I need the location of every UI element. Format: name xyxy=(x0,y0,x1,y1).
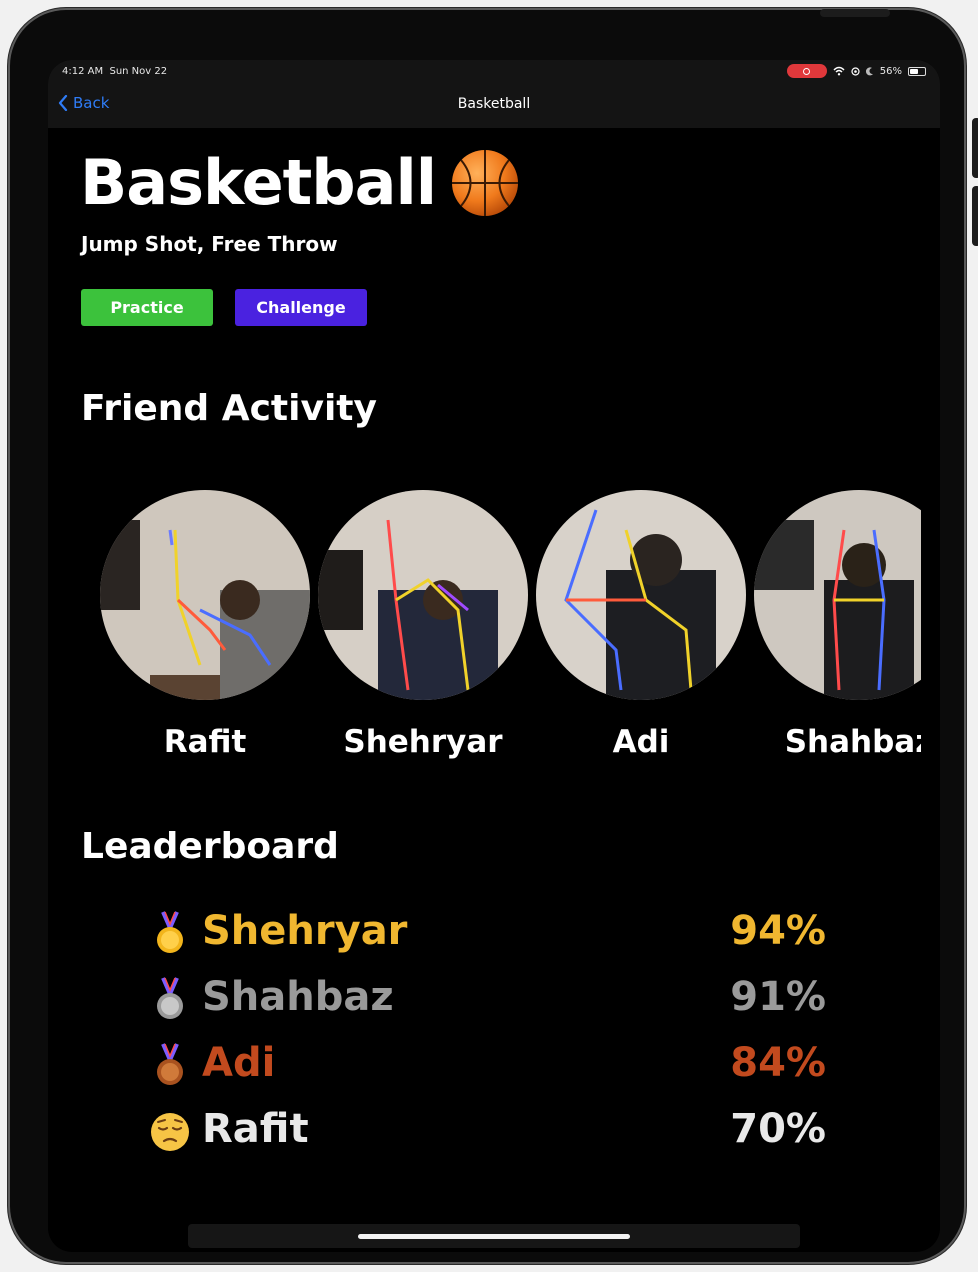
pensive-face-icon xyxy=(151,1113,189,1151)
friend-card-rafit[interactable]: Rafit xyxy=(100,490,310,760)
friend-avatar xyxy=(754,490,921,700)
home-bar xyxy=(188,1224,800,1248)
home-indicator[interactable] xyxy=(358,1234,630,1239)
leaderboard-row: Shehryar 94% xyxy=(146,902,826,958)
silver-medal-icon xyxy=(157,977,183,1019)
friend-activity-title: Friend Activity xyxy=(81,388,377,429)
practice-button[interactable]: Practice xyxy=(81,289,213,326)
leader-score: 70% xyxy=(730,1106,826,1152)
leader-score: 94% xyxy=(730,908,826,954)
leader-name: Shehryar xyxy=(202,908,408,954)
ipad-frame: 4:12 AM Sun Nov 22 56% Back Basketball B… xyxy=(8,8,978,1264)
screen: 4:12 AM Sun Nov 22 56% Back Basketball B… xyxy=(48,60,940,1252)
battery-percent: 56% xyxy=(879,65,902,77)
page-subtitle: Jump Shot, Free Throw xyxy=(81,232,338,256)
screen-recording-icon[interactable] xyxy=(786,64,827,78)
moon-icon xyxy=(865,66,873,75)
friend-carousel[interactable]: Rafit Shehryar Adi Shahbaz xyxy=(48,490,921,790)
status-bar: 4:12 AM Sun Nov 22 56% xyxy=(48,60,940,84)
nav-title: Basketball xyxy=(457,96,531,112)
location-icon xyxy=(851,66,860,76)
friend-name: Shehryar xyxy=(343,724,503,760)
top-button xyxy=(820,9,890,17)
leader-name: Shahbaz xyxy=(202,974,394,1020)
leaderboard-title: Leaderboard xyxy=(81,826,339,867)
leader-name: Adi xyxy=(202,1040,276,1086)
volume-down-button xyxy=(972,186,978,246)
challenge-button[interactable]: Challenge xyxy=(235,289,367,326)
page-title: Basketball xyxy=(80,146,437,219)
friend-name: Rafit xyxy=(163,724,247,760)
leaderboard-row: Rafit 70% xyxy=(146,1100,826,1156)
bronze-medal-icon xyxy=(157,1043,183,1085)
leaderboard-row: Shahbaz 91% xyxy=(146,968,826,1024)
friend-avatar xyxy=(100,490,310,700)
friend-name: Shahbaz xyxy=(784,724,921,760)
leader-name: Rafit xyxy=(202,1106,309,1152)
friend-avatar xyxy=(536,490,746,700)
friend-card-shehryar[interactable]: Shehryar xyxy=(318,490,528,760)
friend-card-shahbaz[interactable]: Shahbaz xyxy=(754,490,921,760)
friend-avatar xyxy=(318,490,528,700)
volume-up-button xyxy=(972,118,978,178)
friend-name: Adi xyxy=(612,724,670,760)
basketball-icon xyxy=(451,150,518,216)
battery-icon xyxy=(908,66,926,76)
navigation-bar: Back Basketball xyxy=(48,84,940,128)
gold-medal-icon xyxy=(157,911,183,953)
status-time: 4:12 AM Sun Nov 22 xyxy=(62,66,168,77)
leaderboard-row: Adi 84% xyxy=(146,1034,826,1090)
leader-score: 91% xyxy=(730,974,826,1020)
wifi-icon xyxy=(833,66,845,76)
friend-card-adi[interactable]: Adi xyxy=(536,490,746,760)
leader-score: 84% xyxy=(730,1040,826,1086)
